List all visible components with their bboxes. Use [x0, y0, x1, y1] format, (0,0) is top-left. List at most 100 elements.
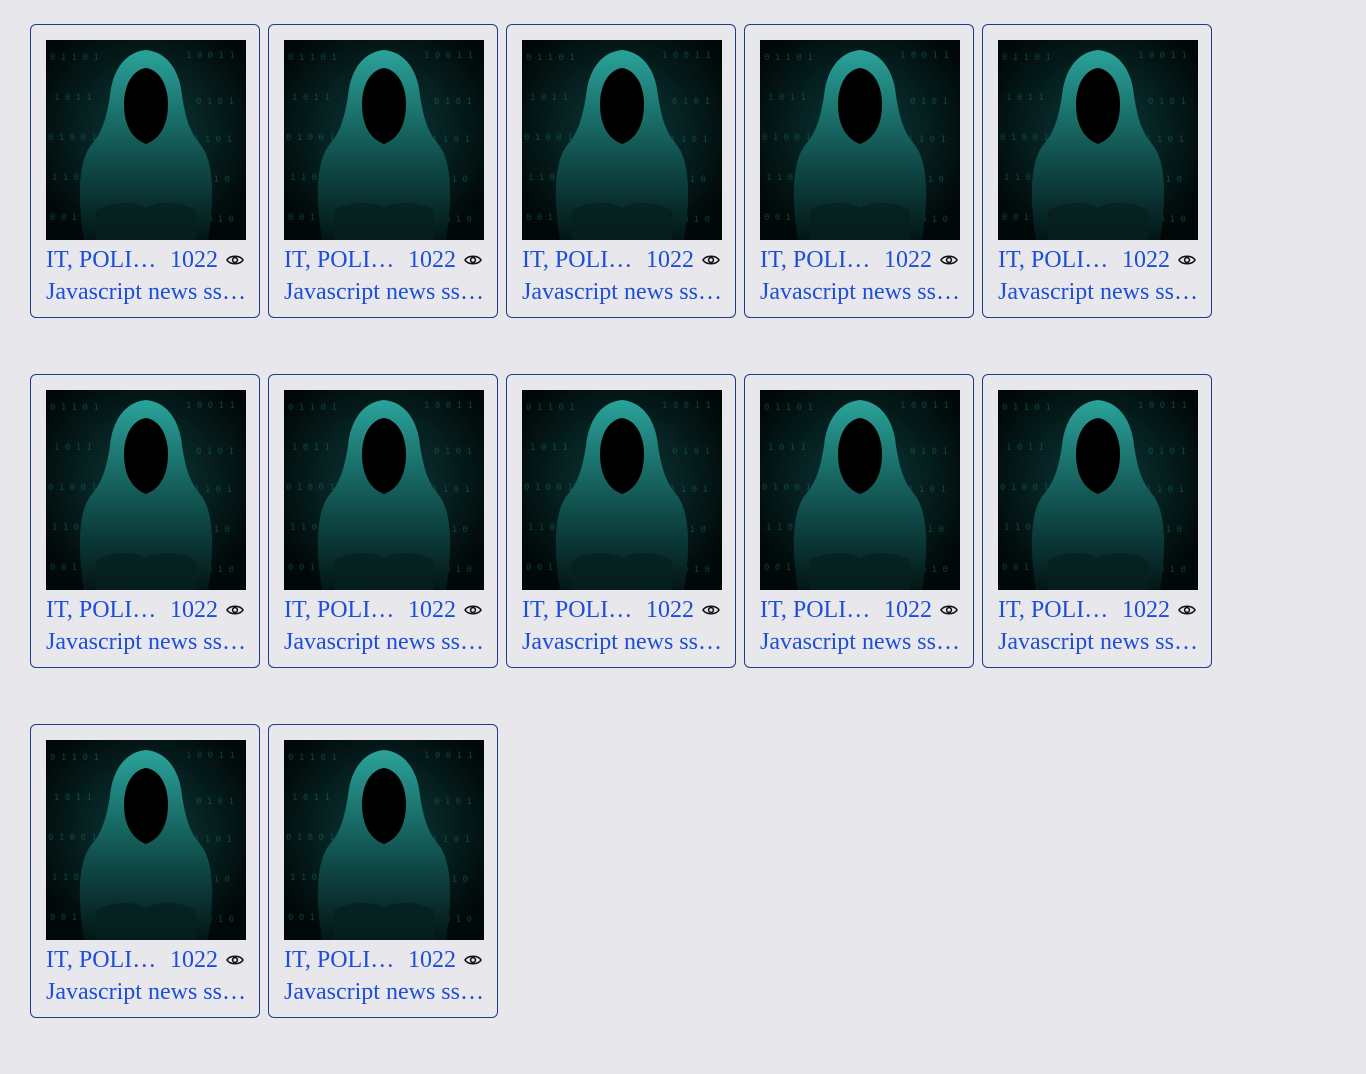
- news-title[interactable]: Javascript news ssssss: [522, 278, 722, 306]
- view-count: 1022: [170, 246, 218, 273]
- news-category[interactable]: IT, POLITICS: [760, 247, 872, 274]
- svg-text:0 1 0 1: 0 1 0 1: [1148, 447, 1186, 457]
- svg-text:0 1 1 0 1: 0 1 1 0 1: [288, 53, 337, 63]
- news-title[interactable]: Javascript news ssssss: [998, 628, 1198, 656]
- svg-text:0 1 0 1: 0 1 0 1: [910, 97, 948, 107]
- svg-text:1 0 0 1 1: 1 0 0 1 1: [424, 401, 473, 411]
- svg-text:0 1 0 0 1: 0 1 0 0 1: [48, 483, 97, 493]
- news-category[interactable]: IT, POLITICS: [284, 947, 396, 974]
- svg-text:1 0 0 1 1: 1 0 0 1 1: [662, 51, 711, 61]
- news-category[interactable]: IT, POLITICS: [46, 947, 158, 974]
- news-card[interactable]: 0 1 1 0 1 1 0 0 1 1 1 0 1 1 0 1 0 1 0 1 0 …: [506, 24, 736, 318]
- news-row-1: 0 1 1 0 1 1 0 0 1 1 1 0 1 1 0 1 0 1 0 1 0 …: [30, 24, 1230, 318]
- svg-text:0 1 1 0 1: 0 1 1 0 1: [526, 403, 575, 413]
- svg-text:1 1 0 1: 1 1 0 1: [432, 485, 470, 495]
- news-card[interactable]: 0 1 1 0 1 1 0 0 1 1 1 0 1 1 0 1 0 1 0 1 0 …: [982, 374, 1212, 668]
- eye-icon: [702, 603, 720, 617]
- news-category[interactable]: IT, POLITICS: [46, 247, 158, 274]
- news-thumbnail-image[interactable]: 0 1 1 0 1 1 0 0 1 1 1 0 1 1 0 1 0 1 0 1 0 …: [760, 40, 960, 240]
- news-thumbnail-image[interactable]: 0 1 1 0 1 1 0 0 1 1 1 0 1 1 0 1 0 1 0 1 0 …: [46, 740, 246, 940]
- news-thumbnail-image[interactable]: 0 1 1 0 1 1 0 0 1 1 1 0 1 1 0 1 0 1 0 1 0 …: [522, 390, 722, 590]
- news-title[interactable]: Javascript news ssssss: [760, 278, 960, 306]
- news-thumbnail-image[interactable]: 0 1 1 0 1 1 0 0 1 1 1 0 1 1 0 1 0 1 0 1 0 …: [284, 740, 484, 940]
- news-meta: IT, POLITICS 1022: [522, 596, 720, 624]
- view-count: 1022: [1122, 246, 1170, 273]
- news-meta: IT, POLITICS 1022: [522, 246, 720, 274]
- news-meta: IT, POLITICS 1022: [998, 596, 1196, 624]
- svg-text:1 0 1 1: 1 0 1 1: [530, 93, 568, 103]
- news-category[interactable]: IT, POLITICS: [284, 247, 396, 274]
- svg-text:1 1 0 1: 1 1 0 1: [194, 835, 232, 845]
- svg-text:0 1 0 0 1: 0 1 0 0 1: [286, 483, 335, 493]
- news-category[interactable]: IT, POLITICS: [522, 597, 634, 624]
- eye-icon: [464, 603, 482, 617]
- news-meta: IT, POLITICS 1022: [46, 596, 244, 624]
- svg-text:1 0 1 1: 1 0 1 1: [768, 93, 806, 103]
- news-meta: IT, POLITICS 1022: [46, 946, 244, 974]
- news-card[interactable]: 0 1 1 0 1 1 0 0 1 1 1 0 1 1 0 1 0 1 0 1 0 …: [506, 374, 736, 668]
- news-card[interactable]: 0 1 1 0 1 1 0 0 1 1 1 0 1 1 0 1 0 1 0 1 0 …: [268, 724, 498, 1018]
- view-count: 1022: [408, 246, 456, 273]
- news-title[interactable]: Javascript news ssssss: [46, 978, 246, 1006]
- svg-text:0 1 1 0 1: 0 1 1 0 1: [50, 403, 99, 413]
- news-card[interactable]: 0 1 1 0 1 1 0 0 1 1 1 0 1 1 0 1 0 1 0 1 0 …: [744, 374, 974, 668]
- svg-text:1 0 1 1: 1 0 1 1: [292, 443, 330, 453]
- svg-text:0 1 0 0 1: 0 1 0 0 1: [48, 833, 97, 843]
- svg-text:1 1 0 1: 1 1 0 1: [908, 135, 946, 145]
- news-thumbnail-image[interactable]: 0 1 1 0 1 1 0 0 1 1 1 0 1 1 0 1 0 1 0 1 0 …: [760, 390, 960, 590]
- news-card[interactable]: 0 1 1 0 1 1 0 0 1 1 1 0 1 1 0 1 0 1 0 1 0 …: [982, 24, 1212, 318]
- svg-text:1 1 0 1: 1 1 0 1: [670, 135, 708, 145]
- news-title[interactable]: Javascript news ssssss: [284, 628, 484, 656]
- svg-text:0 1 0 0 1: 0 1 0 0 1: [1000, 483, 1049, 493]
- news-card[interactable]: 0 1 1 0 1 1 0 0 1 1 1 0 1 1 0 1 0 1 0 1 0 …: [30, 724, 260, 1018]
- news-card[interactable]: 0 1 1 0 1 1 0 0 1 1 1 0 1 1 0 1 0 1 0 1 0 …: [744, 24, 974, 318]
- news-title[interactable]: Javascript news ssssss: [284, 978, 484, 1006]
- svg-text:0 1 1 0 1: 0 1 1 0 1: [764, 403, 813, 413]
- news-thumbnail-image[interactable]: 0 1 1 0 1 1 0 0 1 1 1 0 1 1 0 1 0 1 0 1 0 …: [522, 40, 722, 240]
- news-card[interactable]: 0 1 1 0 1 1 0 0 1 1 1 0 1 1 0 1 0 1 0 1 0 …: [30, 374, 260, 668]
- news-title[interactable]: Javascript news ssssss: [46, 278, 246, 306]
- svg-text:1 0 1 1: 1 0 1 1: [1006, 443, 1044, 453]
- news-thumbnail-image[interactable]: 0 1 1 0 1 1 0 0 1 1 1 0 1 1 0 1 0 1 0 1 0 …: [284, 40, 484, 240]
- svg-text:0 1 1 0 1: 0 1 1 0 1: [526, 53, 575, 63]
- news-thumbnail-image[interactable]: 0 1 1 0 1 1 0 0 1 1 1 0 1 1 0 1 0 1 0 1 0 …: [284, 390, 484, 590]
- news-title[interactable]: Javascript news ssssss: [760, 628, 960, 656]
- eye-icon: [464, 253, 482, 267]
- news-thumbnail-image[interactable]: 0 1 1 0 1 1 0 0 1 1 1 0 1 1 0 1 0 1 0 1 0 …: [46, 390, 246, 590]
- news-category[interactable]: IT, POLITICS: [998, 597, 1110, 624]
- view-count: 1022: [1122, 596, 1170, 623]
- news-category[interactable]: IT, POLITICS: [46, 597, 158, 624]
- svg-text:0 1 0 1: 0 1 0 1: [910, 447, 948, 457]
- svg-text:1 0 0 1 1: 1 0 0 1 1: [1138, 51, 1187, 61]
- news-meta: IT, POLITICS 1022: [284, 246, 482, 274]
- news-title[interactable]: Javascript news ssssss: [284, 278, 484, 306]
- news-card[interactable]: 0 1 1 0 1 1 0 0 1 1 1 0 1 1 0 1 0 1 0 1 0 …: [268, 24, 498, 318]
- news-card[interactable]: 0 1 1 0 1 1 0 0 1 1 1 0 1 1 0 1 0 1 0 1 0 …: [30, 24, 260, 318]
- news-thumbnail-image[interactable]: 0 1 1 0 1 1 0 0 1 1 1 0 1 1 0 1 0 1 0 1 0 …: [998, 40, 1198, 240]
- news-title[interactable]: Javascript news ssssss: [998, 278, 1198, 306]
- svg-text:1 0 1 1: 1 0 1 1: [54, 93, 92, 103]
- news-category[interactable]: IT, POLITICS: [998, 247, 1110, 274]
- news-thumbnail-image[interactable]: 0 1 1 0 1 1 0 0 1 1 1 0 1 1 0 1 0 1 0 1 0 …: [46, 40, 246, 240]
- eye-icon: [1178, 253, 1196, 267]
- svg-text:0 1 0 1: 0 1 0 1: [434, 447, 472, 457]
- news-meta: IT, POLITICS 1022: [46, 246, 244, 274]
- news-card[interactable]: 0 1 1 0 1 1 0 0 1 1 1 0 1 1 0 1 0 1 0 1 0 …: [268, 374, 498, 668]
- eye-icon: [940, 253, 958, 267]
- svg-text:1 0 1 1: 1 0 1 1: [292, 93, 330, 103]
- svg-text:1 0 0 1 1: 1 0 0 1 1: [424, 51, 473, 61]
- svg-text:1 1 0 1: 1 1 0 1: [1146, 135, 1184, 145]
- news-grid: 0 1 1 0 1 1 0 0 1 1 1 0 1 1 0 1 0 1 0 1 0 …: [30, 24, 1230, 1074]
- news-title[interactable]: Javascript news ssssss: [46, 628, 246, 656]
- svg-text:1 0 0 1 1: 1 0 0 1 1: [186, 401, 235, 411]
- news-category[interactable]: IT, POLITICS: [284, 597, 396, 624]
- news-thumbnail-image[interactable]: 0 1 1 0 1 1 0 0 1 1 1 0 1 1 0 1 0 1 0 1 0 …: [998, 390, 1198, 590]
- view-count: 1022: [884, 246, 932, 273]
- svg-text:0 1 0 1: 0 1 0 1: [196, 797, 234, 807]
- svg-text:0 1 0 0 1: 0 1 0 0 1: [524, 483, 573, 493]
- news-row-3: 0 1 1 0 1 1 0 0 1 1 1 0 1 1 0 1 0 1 0 1 0 …: [30, 724, 1230, 1018]
- news-title[interactable]: Javascript news ssssss: [522, 628, 722, 656]
- news-category[interactable]: IT, POLITICS: [522, 247, 634, 274]
- news-meta: IT, POLITICS 1022: [998, 246, 1196, 274]
- news-category[interactable]: IT, POLITICS: [760, 597, 872, 624]
